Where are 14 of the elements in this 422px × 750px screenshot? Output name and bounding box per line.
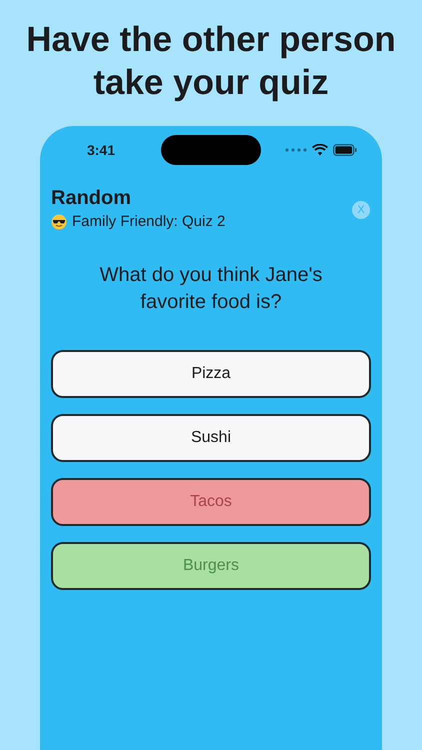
status-time: 3:41 <box>86 140 116 160</box>
battery-icon <box>333 144 357 156</box>
close-button[interactable]: X <box>352 200 370 219</box>
sunglasses-face-icon <box>51 214 67 230</box>
signal-icon <box>285 148 307 152</box>
answer-option[interactable]: Sushi <box>51 414 371 462</box>
answer-option[interactable]: Pizza <box>51 350 371 398</box>
headline: Have the other person take your quiz <box>25 19 397 104</box>
question-text: What do you think Jane's favorite food is? <box>98 262 324 314</box>
wifi-icon <box>312 144 328 156</box>
answer-option[interactable]: Burgers <box>51 542 371 590</box>
quiz-title: Random <box>51 186 132 210</box>
answer-option[interactable]: Tacos <box>51 478 371 526</box>
quiz-subtitle: Family Friendly: Quiz 2 <box>72 212 226 232</box>
